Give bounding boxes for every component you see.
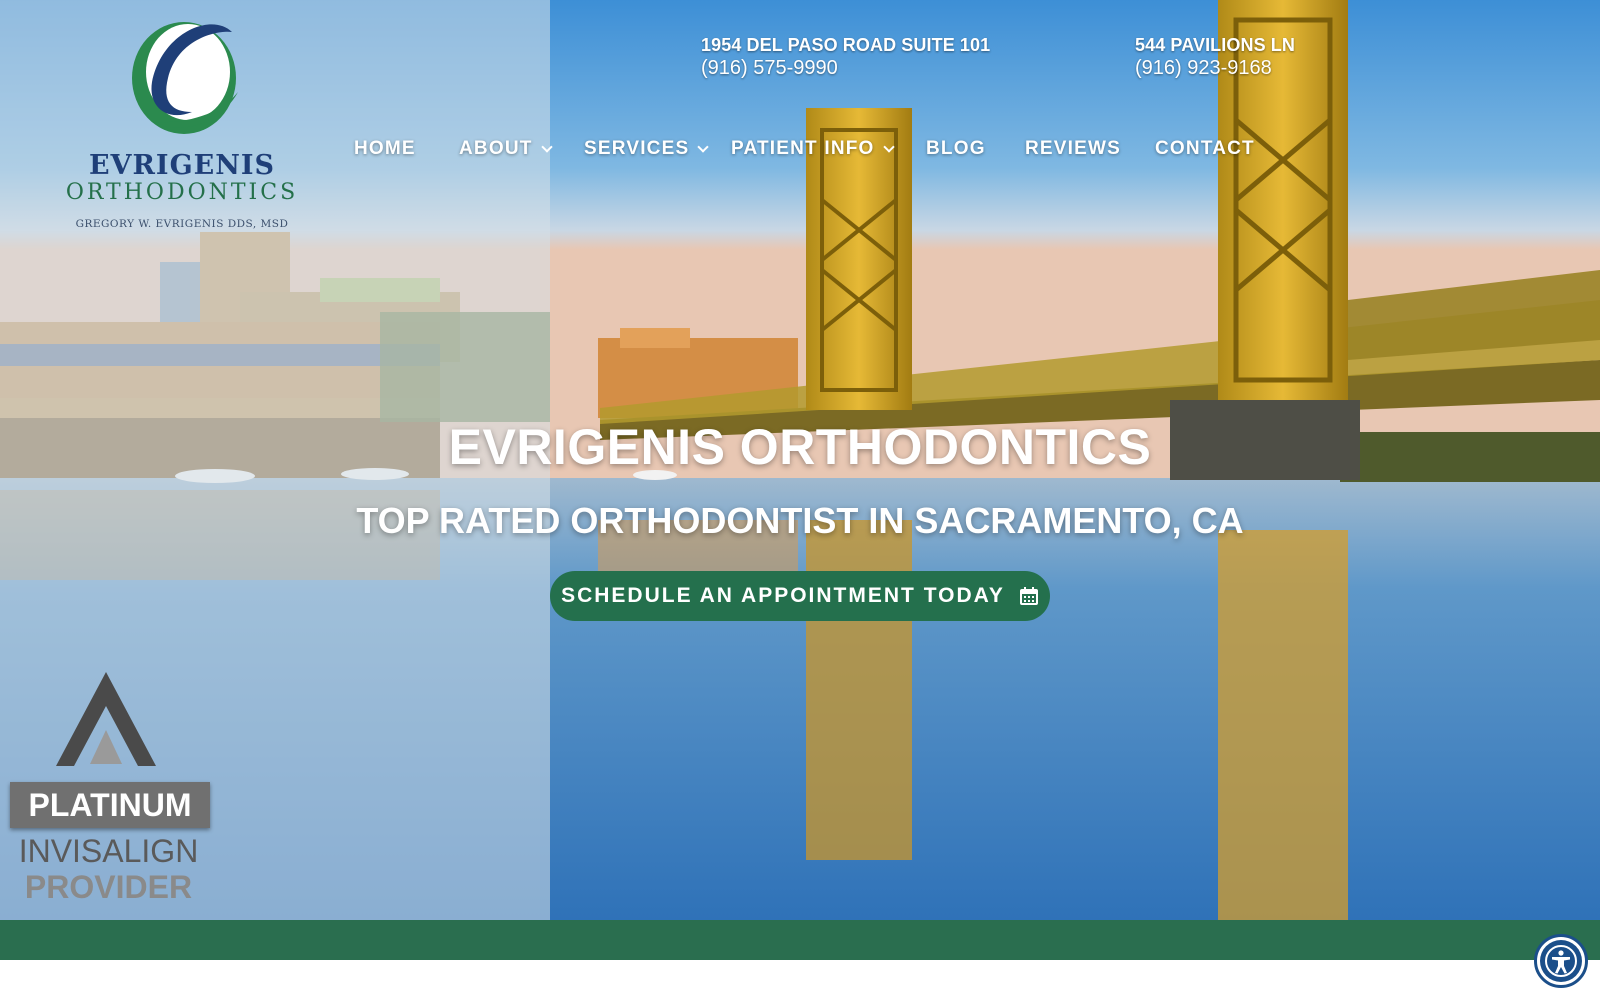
invisalign-a-icon <box>56 672 156 766</box>
calendar-icon <box>1019 587 1038 605</box>
swoosh-e-logo-icon <box>132 22 238 134</box>
chevron-down-icon <box>697 140 710 153</box>
green-divider-band <box>0 920 1600 960</box>
logo-doctor-name: GREGORY W. EVRIGENIS DDS, MSD <box>75 218 289 230</box>
accessibility-icon <box>1540 940 1582 982</box>
nav-item-patient-info[interactable]: PATIENT INFO <box>731 138 895 160</box>
nav-item-label: BLOG <box>926 138 986 159</box>
nav-item-label: ABOUT <box>459 138 533 159</box>
nav-item-label: REVIEWS <box>1025 138 1122 159</box>
cta-label: SCHEDULE AN APPOINTMENT TODAY <box>561 584 1005 607</box>
logo-brand-subtitle: ORTHODONTICS <box>65 180 299 205</box>
nav-item-reviews[interactable]: REVIEWS <box>1025 138 1121 160</box>
nav-item-label: CONTACT <box>1155 138 1255 159</box>
location-phone[interactable]: (916) 923-9168 <box>1135 56 1295 81</box>
chevron-down-icon <box>540 140 553 153</box>
accessibility-button[interactable] <box>1534 934 1588 988</box>
badge-provider-label: PROVIDER <box>24 869 193 905</box>
location-pavilions: 544 PAVILIONS LN (916) 923-9168 <box>1135 34 1295 81</box>
nav-item-blog[interactable]: BLOG <box>926 138 986 160</box>
nav-item-label: SERVICES <box>584 138 690 159</box>
site-logo[interactable]: EVRIGENIS ORTHODONTICS GREGORY W. EVRIGE… <box>64 12 304 230</box>
badge-platinum-label: PLATINUM <box>10 782 210 828</box>
location-address[interactable]: 1954 DEL PASO ROAD SUITE 101 <box>701 34 990 56</box>
nav-item-home[interactable]: HOME <box>354 138 416 160</box>
nav-item-contact[interactable]: CONTACT <box>1155 138 1255 160</box>
logo-brand-name: EVRIGENIS <box>88 150 276 181</box>
nav-item-label: PATIENT INFO <box>731 138 875 159</box>
location-address[interactable]: 544 PAVILIONS LN <box>1135 34 1295 56</box>
schedule-appointment-button[interactable]: SCHEDULE AN APPOINTMENT TODAY <box>550 571 1050 621</box>
nav-item-label: HOME <box>354 138 416 159</box>
chevron-down-icon <box>882 140 895 153</box>
platinum-invisalign-badge[interactable]: PLATINUM INVISALIGN PROVIDER <box>6 672 211 905</box>
nav-item-services[interactable]: SERVICES <box>584 138 710 160</box>
badge-invisalign-label: INVISALIGN <box>18 833 199 869</box>
hero-title: EVRIGENIS ORTHODONTICS <box>448 419 1152 475</box>
location-phone[interactable]: (916) 575-9990 <box>701 56 990 81</box>
nav-item-about[interactable]: ABOUT <box>459 138 553 160</box>
hero-subtitle: TOP RATED ORTHODONTIST IN SACRAMENTO, CA <box>356 500 1244 541</box>
location-del-paso: 1954 DEL PASO ROAD SUITE 101 (916) 575-9… <box>701 34 990 81</box>
